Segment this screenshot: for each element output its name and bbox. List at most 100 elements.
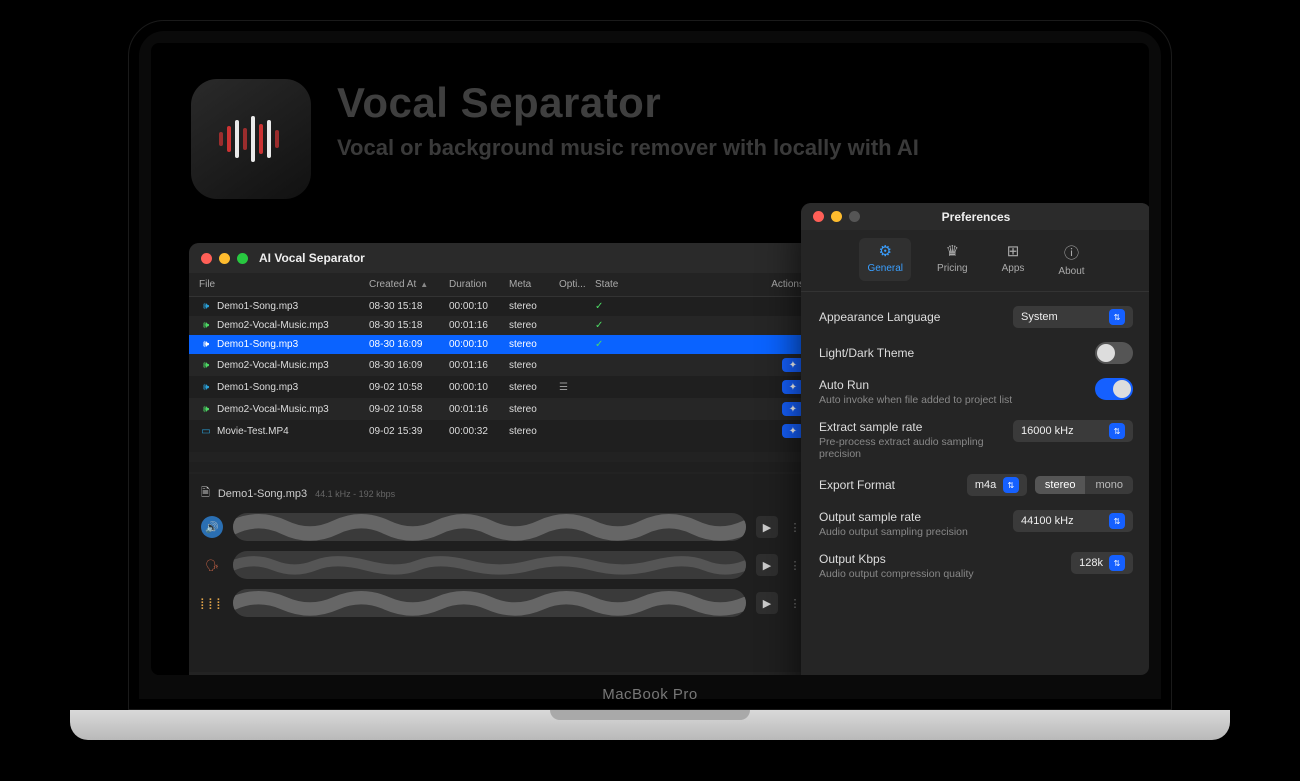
- table-header: File Created At ▲ Duration Meta Opti... …: [189, 273, 814, 297]
- segment-stereo[interactable]: stereo: [1035, 476, 1086, 494]
- cell-created: 08-30 16:09: [369, 360, 449, 371]
- play-button[interactable]: ▶: [756, 592, 778, 614]
- column-duration[interactable]: Duration: [449, 279, 509, 290]
- cell-actions: ✦: [735, 358, 804, 372]
- tab-pricing[interactable]: ♛Pricing: [929, 238, 976, 281]
- table-row[interactable]: ▭Movie-Test.MP409-02 15:3900:00:32stereo…: [189, 420, 814, 442]
- table-row[interactable]: 🕪Demo1-Song.mp308-30 15:1800:00:10stereo…: [189, 297, 814, 316]
- extract-select[interactable]: 16000 kHz ⇅: [1013, 420, 1133, 442]
- more-icon[interactable]: ⋮: [788, 597, 802, 610]
- play-button[interactable]: ▶: [756, 516, 778, 538]
- prefs-title: Preferences: [801, 210, 1149, 224]
- file-name: Demo1-Song.mp3: [217, 382, 298, 393]
- export-format-select[interactable]: m4a ⇅: [967, 474, 1027, 496]
- channel-segment[interactable]: stereo mono: [1035, 476, 1133, 494]
- video-icon: ▭: [199, 426, 213, 437]
- tab-apps[interactable]: ⊞Apps: [994, 238, 1033, 281]
- cell-actions: ✦: [735, 402, 804, 416]
- column-created[interactable]: Created At ▲: [369, 279, 449, 290]
- close-icon[interactable]: [201, 253, 212, 264]
- preferences-window: Preferences ⚙General♛Pricing⊞AppsⓘAbout …: [801, 203, 1149, 675]
- tab-about[interactable]: ⓘAbout: [1050, 238, 1092, 281]
- appearance-select[interactable]: System ⇅: [1013, 306, 1133, 328]
- chevron-updown-icon: ⇅: [1003, 477, 1019, 493]
- cell-actions: ✦: [735, 424, 804, 438]
- audio-icon: 🕪: [199, 404, 213, 415]
- tab-label: General: [867, 263, 903, 274]
- pref-export-format: Export Format m4a ⇅ stereo mono: [819, 474, 1133, 496]
- file-name: Demo2-Vocal-Music.mp3: [217, 404, 329, 415]
- cell-created: 08-30 16:09: [369, 339, 449, 350]
- column-meta[interactable]: Meta: [509, 279, 559, 290]
- table-row[interactable]: 🕪Demo2-Vocal-Music.mp309-02 10:5800:01:1…: [189, 398, 814, 420]
- table-row[interactable]: 🕪Demo1-Song.mp309-02 10:5800:00:10stereo…: [189, 376, 814, 398]
- cell-created: 08-30 15:18: [369, 320, 449, 331]
- waveform-mix[interactable]: [233, 513, 746, 541]
- pref-extract-rate: Extract sample rate Pre-process extract …: [819, 420, 1133, 460]
- prefs-body: Appearance Language System ⇅ Light/Dark …: [801, 292, 1149, 594]
- pref-output-kbps: Output Kbps Audio output compression qua…: [819, 552, 1133, 580]
- cell-duration: 00:01:16: [449, 404, 509, 415]
- waveform-instrumental[interactable]: [233, 589, 746, 617]
- table-row[interactable]: 🕪Demo2-Vocal-Music.mp308-30 16:0900:01:1…: [189, 354, 814, 376]
- file-name: Demo1-Song.mp3: [217, 301, 298, 312]
- file-name: Movie-Test.MP4: [217, 426, 289, 437]
- chevron-updown-icon: ⇅: [1109, 513, 1125, 529]
- main-window-title: AI Vocal Separator: [259, 251, 365, 265]
- audio-icon: 🕪: [199, 301, 213, 312]
- cell-actions: ✦: [735, 380, 804, 394]
- table-row[interactable]: 🕪Demo1-Song.mp308-30 16:0900:00:10stereo…: [189, 335, 814, 354]
- more-icon[interactable]: ⋮: [788, 521, 802, 534]
- chevron-updown-icon: ⇅: [1109, 423, 1125, 439]
- more-icon[interactable]: ⋮: [788, 559, 802, 572]
- tab-general[interactable]: ⚙ General: [859, 238, 911, 281]
- minimize-icon[interactable]: [219, 253, 230, 264]
- check-icon: ✓: [595, 339, 603, 350]
- autorun-toggle[interactable]: [1095, 378, 1133, 400]
- cell-duration: 00:01:16: [449, 360, 509, 371]
- extract-value: 16000 kHz: [1021, 425, 1074, 437]
- column-file[interactable]: File: [199, 279, 369, 290]
- output-kbps-select[interactable]: 128k ⇅: [1071, 552, 1133, 574]
- appearance-value: System: [1021, 311, 1058, 323]
- cell-options: ☰: [559, 382, 595, 393]
- options-icon[interactable]: ☰: [559, 382, 568, 393]
- waveform-vocal[interactable]: [233, 551, 746, 579]
- person-voice-icon[interactable]: 🗣: [201, 554, 223, 576]
- cell-state: ✓: [595, 301, 735, 312]
- cell-duration: 00:00:10: [449, 339, 509, 350]
- theme-toggle[interactable]: [1095, 342, 1133, 364]
- cell-meta: stereo: [509, 426, 559, 437]
- zoom-icon[interactable]: [237, 253, 248, 264]
- file-name: Demo2-Vocal-Music.mp3: [217, 320, 329, 331]
- general-icon: ⚙: [879, 242, 892, 260]
- column-actions[interactable]: Actions: [735, 279, 804, 290]
- cell-meta: stereo: [509, 382, 559, 393]
- cell-meta: stereo: [509, 320, 559, 331]
- speaker-icon[interactable]: 🔊: [201, 516, 223, 538]
- statusbar: Free projects remain: 10 🛒 Purchase now …: [189, 672, 814, 675]
- laptop-label: MacBook Pro: [129, 686, 1171, 703]
- table-row[interactable]: 🕪Demo2-Vocal-Music.mp308-30 15:1800:01:1…: [189, 316, 814, 335]
- prefs-titlebar: Preferences: [801, 203, 1149, 230]
- column-state[interactable]: State: [595, 279, 735, 290]
- export-label: Export Format: [819, 478, 895, 492]
- now-playing-file: Demo1-Song.mp3: [218, 488, 307, 500]
- cell-duration: 00:00:32: [449, 426, 509, 437]
- output-kbps-desc: Audio output compression quality: [819, 568, 974, 580]
- audio-icon: 🕪: [199, 320, 213, 331]
- cell-duration: 00:00:10: [449, 301, 509, 312]
- cell-state: ✓: [595, 320, 735, 331]
- hero-subtitle: Vocal or background music remover with l…: [337, 135, 919, 161]
- waveform-icon[interactable]: ⡇⡇⡇: [201, 592, 223, 614]
- play-button[interactable]: ▶: [756, 554, 778, 576]
- autorun-label: Auto Run: [819, 378, 1012, 392]
- column-options[interactable]: Opti...: [559, 279, 595, 290]
- output-kbps-value: 128k: [1079, 557, 1103, 569]
- output-rate-select[interactable]: 44100 kHz ⇅: [1013, 510, 1133, 532]
- segment-mono[interactable]: mono: [1085, 476, 1133, 494]
- cell-created: 09-02 10:58: [369, 382, 449, 393]
- pref-theme: Light/Dark Theme: [819, 342, 1133, 364]
- autorun-desc: Auto invoke when file added to project l…: [819, 394, 1012, 406]
- audio-icon: 🕪: [199, 382, 213, 393]
